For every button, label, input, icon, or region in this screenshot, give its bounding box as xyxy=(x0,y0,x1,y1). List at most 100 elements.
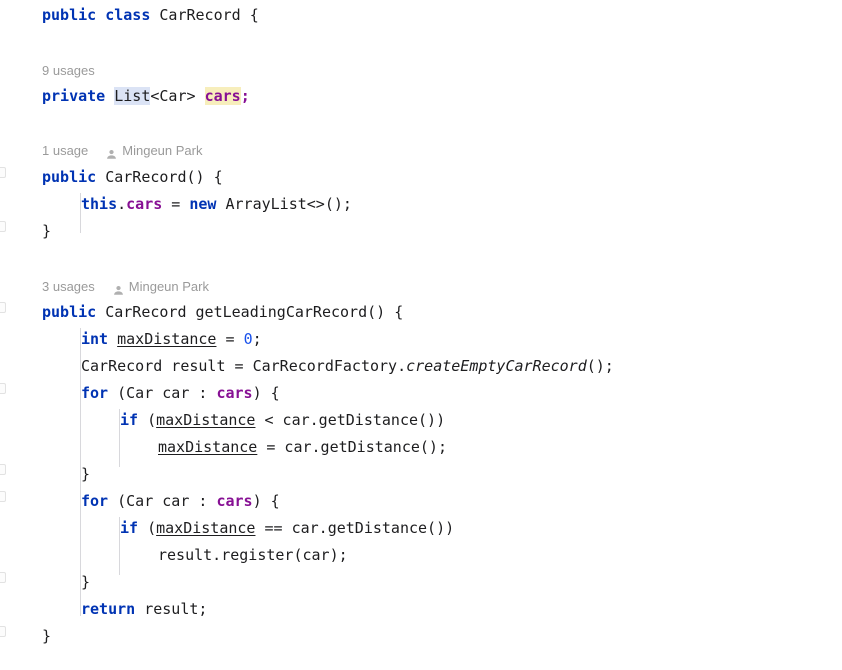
code-line-text: public CarRecord getLeadingCarRecord() { xyxy=(42,299,403,326)
code-token: } xyxy=(42,222,52,240)
code-line[interactable]: this.cars = new ArrayList<>(); xyxy=(0,191,842,218)
code-token: < car.getDistance()) xyxy=(255,411,446,429)
code-token: CarRecord { xyxy=(150,6,259,24)
code-token: ) { xyxy=(252,492,280,510)
author-name: Mingeun Park xyxy=(122,143,203,158)
code-line[interactable]: for (Car car : cars) { xyxy=(0,380,842,407)
code-token: ; xyxy=(240,87,250,105)
code-editor[interactable]: 9 usages 1 usage Mingeun Park 3 usages Minge… xyxy=(0,0,842,670)
code-token: CarRecord result = CarRecordFactory. xyxy=(81,357,407,375)
code-token: cars xyxy=(204,87,241,105)
code-token: cars xyxy=(216,384,253,402)
code-token: CarRecord() { xyxy=(96,168,223,186)
inlay-hint-row: 3 usages Mingeun Park xyxy=(42,276,209,298)
usages-hint-link[interactable]: 3 usages xyxy=(42,276,95,298)
usages-hint-link[interactable]: 9 usages xyxy=(42,60,95,82)
code-token: public xyxy=(42,168,97,186)
code-line[interactable]: } xyxy=(0,623,842,650)
code-token: = xyxy=(216,330,244,348)
code-line-text: if (maxDistance == car.getDistance()) xyxy=(120,515,454,542)
code-token: private xyxy=(42,87,106,105)
code-line-text: int maxDistance = 0; xyxy=(81,326,262,353)
code-token: ; xyxy=(252,330,262,348)
code-token: public xyxy=(42,6,97,24)
code-token: new xyxy=(189,195,217,213)
code-line[interactable]: int maxDistance = 0; xyxy=(0,326,842,353)
code-line[interactable]: } xyxy=(0,461,842,488)
code-line[interactable]: for (Car car : cars) { xyxy=(0,488,842,515)
code-token: } xyxy=(81,573,91,591)
inlay-hint-row: 9 usages xyxy=(42,60,95,82)
code-token: } xyxy=(81,465,91,483)
code-token: maxDistance xyxy=(156,411,256,429)
code-line[interactable]: } xyxy=(0,218,842,245)
code-token: ArrayList<>(); xyxy=(216,195,352,213)
code-line[interactable]: CarRecord result = CarRecordFactory.crea… xyxy=(0,353,842,380)
code-token: maxDistance xyxy=(156,519,256,537)
code-line-text: maxDistance = car.getDistance(); xyxy=(158,434,447,461)
code-token: for xyxy=(81,492,109,510)
code-author-hint[interactable]: Mingeun Park xyxy=(112,276,209,298)
code-line-text: public CarRecord() { xyxy=(42,164,223,191)
code-token: maxDistance xyxy=(158,438,258,456)
code-token: (Car car : xyxy=(108,492,217,510)
person-icon xyxy=(112,282,125,295)
code-token: <Car> xyxy=(150,87,205,105)
code-line-text: private List<Car> cars; xyxy=(42,83,250,110)
code-line[interactable]: } xyxy=(0,569,842,596)
code-token: int xyxy=(81,330,109,348)
code-line[interactable]: public CarRecord() { xyxy=(0,164,842,191)
code-line-text: for (Car car : cars) { xyxy=(81,380,280,407)
code-line[interactable]: if (maxDistance < car.getDistance()) xyxy=(0,407,842,434)
code-token: if xyxy=(120,519,139,537)
author-name: Mingeun Park xyxy=(128,279,209,294)
code-token: if xyxy=(120,411,139,429)
code-line-text: } xyxy=(42,623,51,650)
code-token: = car.getDistance(); xyxy=(257,438,447,456)
code-token: (Car car : xyxy=(108,384,217,402)
code-token: result; xyxy=(135,600,208,618)
code-content-area[interactable]: 9 usages 1 usage Mingeun Park 3 usages Minge… xyxy=(0,0,842,670)
code-line[interactable]: if (maxDistance == car.getDistance()) xyxy=(0,515,842,542)
usages-hint-link[interactable]: 1 usage xyxy=(42,140,88,162)
code-token: createEmptyCarRecord xyxy=(406,357,587,375)
code-token: = xyxy=(162,195,190,213)
code-line-text: return result; xyxy=(81,596,207,623)
code-token: 0 xyxy=(243,330,253,348)
code-token: CarRecord getLeadingCarRecord() { xyxy=(96,303,404,321)
code-author-hint[interactable]: Mingeun Park xyxy=(105,140,202,162)
code-line[interactable]: result.register(car); xyxy=(0,542,842,569)
code-token: cars xyxy=(126,195,163,213)
code-line-text: if (maxDistance < car.getDistance()) xyxy=(120,407,445,434)
code-token: return xyxy=(81,600,136,618)
code-token: } xyxy=(42,627,52,645)
inlay-hint-row: 1 usage Mingeun Park xyxy=(42,140,202,162)
code-token: for xyxy=(81,384,109,402)
code-line[interactable]: private List<Car> cars; xyxy=(0,83,842,110)
code-line-text: } xyxy=(42,218,51,245)
code-token: public xyxy=(42,303,97,321)
code-token: ) { xyxy=(252,384,280,402)
code-line-text: result.register(car); xyxy=(158,542,348,569)
code-line[interactable]: maxDistance = car.getDistance(); xyxy=(0,434,842,461)
code-line-text: } xyxy=(81,461,90,488)
code-token: . xyxy=(117,195,127,213)
code-line[interactable]: public CarRecord getLeadingCarRecord() { xyxy=(0,299,842,326)
code-token: this xyxy=(81,195,118,213)
code-line-text: public class CarRecord { xyxy=(42,2,259,29)
code-token: ( xyxy=(138,411,157,429)
code-token: result.register(car); xyxy=(158,546,348,564)
code-token: List xyxy=(114,87,151,105)
code-token: (); xyxy=(586,357,614,375)
code-token: class xyxy=(105,6,151,24)
code-line[interactable]: public class CarRecord { xyxy=(0,2,842,29)
person-icon xyxy=(105,146,118,159)
code-line-text: CarRecord result = CarRecordFactory.crea… xyxy=(81,353,614,380)
code-token: maxDistance xyxy=(117,330,217,348)
code-line[interactable]: return result; xyxy=(0,596,842,623)
code-token: ( xyxy=(138,519,157,537)
code-line-text: } xyxy=(81,569,90,596)
